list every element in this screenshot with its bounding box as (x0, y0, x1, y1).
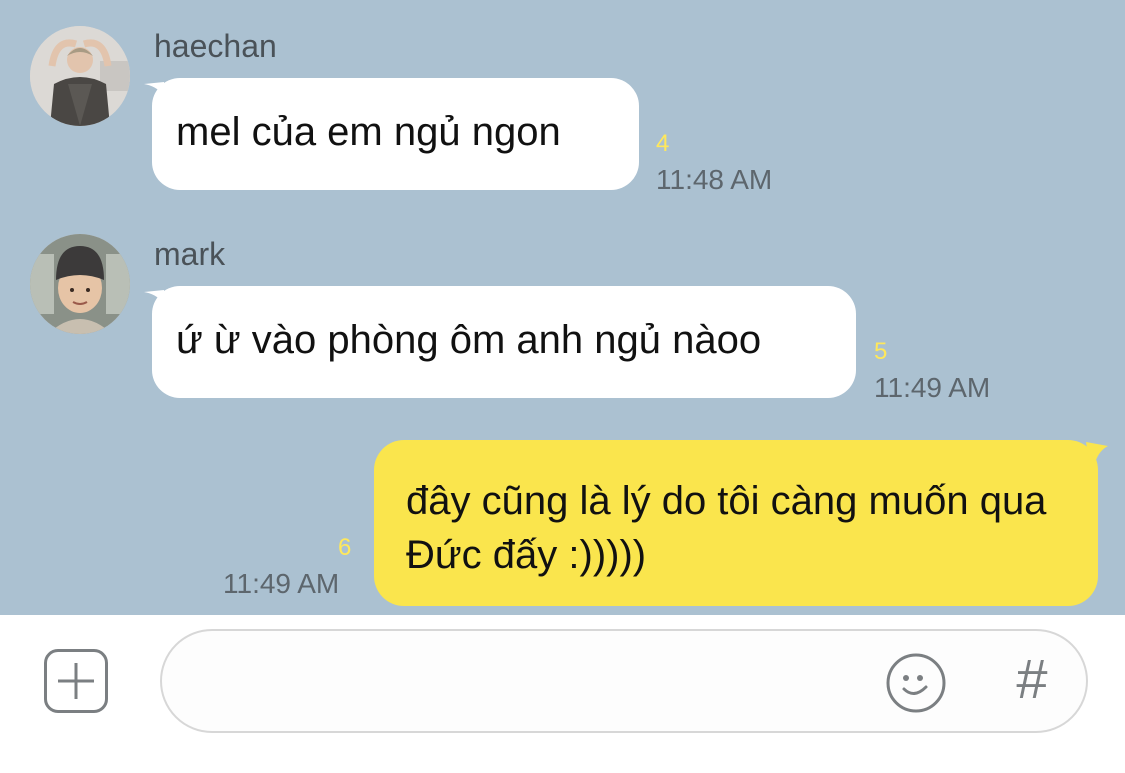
chat-area[interactable]: haechan mel của em ngủ ngon 4 11:48 AM m… (0, 0, 1125, 615)
avatar-mark[interactable] (30, 234, 130, 334)
bubble-tail (1086, 442, 1108, 466)
unread-count: 5 (874, 338, 888, 365)
avatar-haechan[interactable] (30, 26, 130, 126)
hash-button[interactable]: # (1000, 647, 1064, 711)
message-bubble-outgoing[interactable]: đây cũng là lý do tôi càng muốn qua Đức … (374, 440, 1098, 606)
sender-name: mark (154, 236, 226, 272)
sender-name: haechan (154, 28, 277, 64)
plus-box-icon[interactable] (44, 649, 108, 713)
input-bar: # (0, 615, 1125, 773)
message-time: 11:48 AM (656, 164, 773, 195)
unread-count: 4 (656, 130, 670, 157)
message-bubble[interactable]: mel của em ngủ ngon (152, 78, 639, 190)
unread-count: 6 (338, 534, 352, 561)
message-time: 11:49 AM (874, 372, 991, 403)
message-bubble[interactable]: ứ ừ vào phòng ôm anh ngủ nàoo (152, 286, 856, 398)
message-input[interactable] (194, 655, 878, 709)
message-input-box[interactable]: # (160, 629, 1088, 733)
smiley-icon[interactable] (884, 651, 948, 715)
message-time: 11:49 AM (223, 568, 340, 599)
